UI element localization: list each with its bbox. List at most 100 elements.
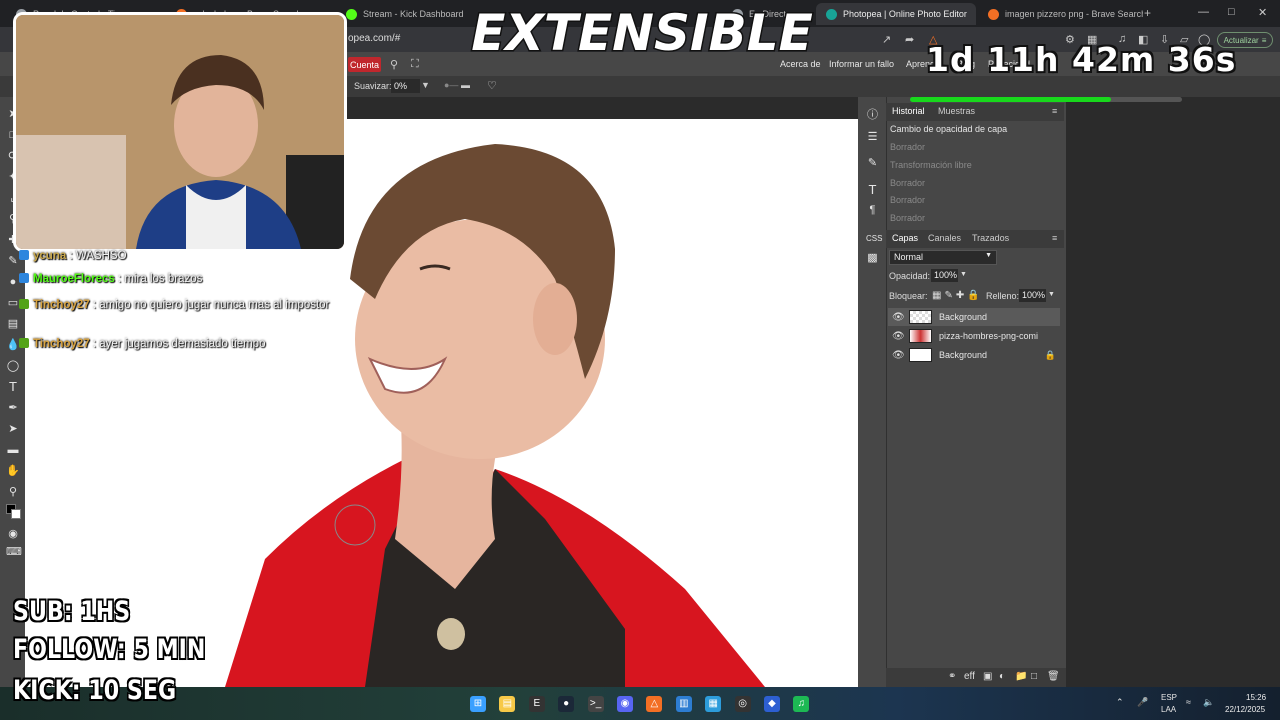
brush-settings-icon[interactable]: ✎ bbox=[866, 157, 879, 170]
notepad-icon[interactable]: ▥ bbox=[675, 696, 692, 712]
minimize-button[interactable]: — bbox=[1198, 6, 1209, 18]
spotify-icon[interactable]: ♫ bbox=[793, 696, 810, 712]
image-icon[interactable]: ▩ bbox=[866, 252, 879, 265]
layer-name: Background bbox=[939, 350, 988, 360]
open-external-icon[interactable]: ↗ bbox=[882, 33, 891, 46]
layer-row[interactable]: 👁 Background 🔒 bbox=[888, 346, 1060, 364]
clone-tool-icon[interactable]: ● bbox=[6, 275, 20, 289]
opacity-input[interactable]: 100% bbox=[931, 269, 958, 282]
panel-menu-icon[interactable]: ≡ bbox=[1052, 106, 1057, 116]
chevron-down-icon[interactable]: ▼ bbox=[421, 80, 430, 90]
add-mask-icon[interactable]: ▣ bbox=[983, 671, 992, 682]
menu-icon: ≡ bbox=[1261, 35, 1267, 45]
blend-mode-select[interactable]: Normal ▼ bbox=[889, 250, 997, 265]
link-layers-icon[interactable]: ⚭ bbox=[948, 671, 956, 682]
terminal-icon[interactable]: >_ bbox=[587, 696, 604, 712]
close-window-button[interactable]: ✕ bbox=[1258, 6, 1267, 19]
dodge-tool-icon[interactable]: ◯ bbox=[6, 359, 20, 373]
search-icon[interactable]: ⚲ bbox=[390, 58, 398, 71]
lock-options-icons[interactable]: ▦✎✚🔒 bbox=[932, 290, 983, 301]
history-item[interactable]: Transformación libre bbox=[890, 157, 1058, 174]
heart-icon[interactable]: ♡ bbox=[487, 79, 497, 92]
history-item[interactable]: Borrador bbox=[890, 192, 1058, 209]
layer-row[interactable]: 👁 Background bbox=[888, 308, 1060, 326]
visibility-eye-icon[interactable]: 👁 bbox=[892, 331, 905, 342]
new-folder-icon[interactable]: 📁 bbox=[1015, 671, 1027, 682]
discord-icon[interactable]: ◉ bbox=[617, 696, 633, 712]
chat-username: Tinchoy27 bbox=[33, 338, 90, 350]
info-icon[interactable]: ⓘ bbox=[866, 109, 879, 122]
brush-tool-icon[interactable]: ✎ bbox=[6, 254, 20, 268]
obs-icon[interactable]: ◎ bbox=[734, 696, 751, 712]
browser-tab[interactable]: imagen pizzero png - Brave Search bbox=[978, 3, 1143, 25]
brave-icon[interactable]: △ bbox=[646, 696, 663, 712]
layer-style-icon[interactable]: eff bbox=[964, 671, 975, 682]
account-button[interactable]: Cuenta bbox=[348, 57, 381, 72]
language-indicator[interactable]: ESP bbox=[1161, 693, 1177, 702]
tab-swatches[interactable]: Muestras bbox=[938, 106, 975, 116]
panel-menu-icon[interactable]: ≡ bbox=[1052, 233, 1057, 243]
screen-mode-icon[interactable]: ⌨ bbox=[6, 545, 22, 559]
visibility-eye-icon[interactable]: 👁 bbox=[892, 312, 905, 323]
new-layer-icon[interactable]: □ bbox=[1031, 671, 1037, 682]
shape-tool-icon[interactable]: ▬ bbox=[6, 443, 20, 457]
history-item[interactable]: Cambio de opacidad de capa bbox=[890, 121, 1058, 138]
history-item[interactable]: Borrador bbox=[890, 210, 1058, 227]
new-tab-button[interactable]: + bbox=[1144, 6, 1151, 20]
chevron-down-icon[interactable]: ▼ bbox=[1048, 291, 1055, 298]
steam-icon[interactable]: ● bbox=[558, 696, 575, 712]
url-field[interactable]: opea.com/# bbox=[348, 33, 400, 44]
character-icon[interactable]: T bbox=[866, 183, 879, 196]
chat-message: MauroeFlorecs : mira los brazos bbox=[19, 273, 202, 285]
app-icon[interactable]: ◆ bbox=[764, 696, 780, 712]
type-tool-icon[interactable]: T bbox=[6, 380, 20, 394]
path-select-tool-icon[interactable]: ➤ bbox=[6, 422, 20, 436]
fullscreen-icon[interactable]: ⛶ bbox=[411, 58, 419, 71]
start-icon[interactable]: ⊞ bbox=[470, 696, 486, 712]
clock-time[interactable]: 15:26 bbox=[1246, 693, 1266, 702]
adjustment-layer-icon[interactable]: ◐ bbox=[999, 671, 1005, 682]
smooth-input[interactable]: 0% bbox=[391, 79, 420, 93]
chat-username: Tinchoy27 bbox=[33, 299, 90, 311]
title-banner: EXTENSIBLE bbox=[470, 3, 815, 64]
adjustments-icon[interactable]: ☰ bbox=[866, 131, 879, 144]
quick-mask-icon[interactable]: ◉ bbox=[6, 527, 20, 541]
pen-tool-icon[interactable]: ✒ bbox=[6, 401, 20, 415]
chevron-down-icon[interactable]: ▼ bbox=[960, 271, 967, 278]
zoom-tool-icon[interactable]: ⚲ bbox=[6, 485, 20, 499]
maximize-button[interactable]: □ bbox=[1228, 6, 1235, 18]
paragraph-icon[interactable]: ¶ bbox=[866, 204, 879, 217]
browser-tab[interactable]: Photopea | Online Photo Editor✕ bbox=[816, 3, 976, 25]
title-banner-text: EXTENSIBLE bbox=[471, 4, 813, 62]
history-item[interactable]: Borrador bbox=[890, 175, 1058, 192]
wifi-icon[interactable]: ≈ bbox=[1186, 697, 1191, 707]
delete-layer-icon[interactable]: 🗑 bbox=[1047, 671, 1060, 682]
keyboard-layout-indicator[interactable]: LAA bbox=[1161, 705, 1176, 714]
css-label[interactable]: CSS bbox=[866, 232, 882, 245]
volume-icon[interactable]: 🔈 bbox=[1203, 697, 1214, 708]
tab-history[interactable]: Historial bbox=[892, 106, 925, 116]
background-color-swatch[interactable] bbox=[11, 509, 21, 519]
tray-chevron-icon[interactable]: ⌃ bbox=[1116, 697, 1124, 708]
menu-link-report-bug[interactable]: Informar un fallo bbox=[829, 59, 894, 69]
share-icon[interactable]: ➦ bbox=[905, 33, 914, 46]
eraser-tool-icon[interactable]: ▭ bbox=[6, 296, 20, 310]
visibility-eye-icon[interactable]: 👁 bbox=[892, 350, 905, 361]
tab-paths[interactable]: Trazados bbox=[972, 233, 1009, 243]
blur-tool-icon[interactable]: 💧 bbox=[6, 338, 20, 352]
layer-row[interactable]: 👁 pizza-hombres-png-comi bbox=[888, 327, 1060, 345]
epic-games-icon[interactable]: E bbox=[528, 696, 545, 712]
history-item[interactable]: Borrador bbox=[890, 139, 1058, 156]
microphone-icon[interactable]: 🎤 bbox=[1137, 697, 1148, 708]
tab-layers[interactable]: Capas bbox=[892, 233, 918, 243]
hand-tool-icon[interactable]: ✋ bbox=[6, 464, 20, 478]
gradient-tool-icon[interactable]: ▤ bbox=[6, 317, 20, 331]
fill-input[interactable]: 100% bbox=[1019, 289, 1046, 302]
slider-knob-icon[interactable]: ▬ bbox=[461, 80, 470, 90]
tab-channels[interactable]: Canales bbox=[928, 233, 961, 243]
blend-mode-value: Normal bbox=[894, 252, 924, 262]
notes-icon[interactable]: ▦ bbox=[705, 696, 722, 712]
clock-date[interactable]: 22/12/2025 bbox=[1225, 705, 1265, 714]
file-explorer-icon[interactable]: ▤ bbox=[499, 696, 516, 712]
slider-icon[interactable]: ●— bbox=[444, 80, 458, 90]
